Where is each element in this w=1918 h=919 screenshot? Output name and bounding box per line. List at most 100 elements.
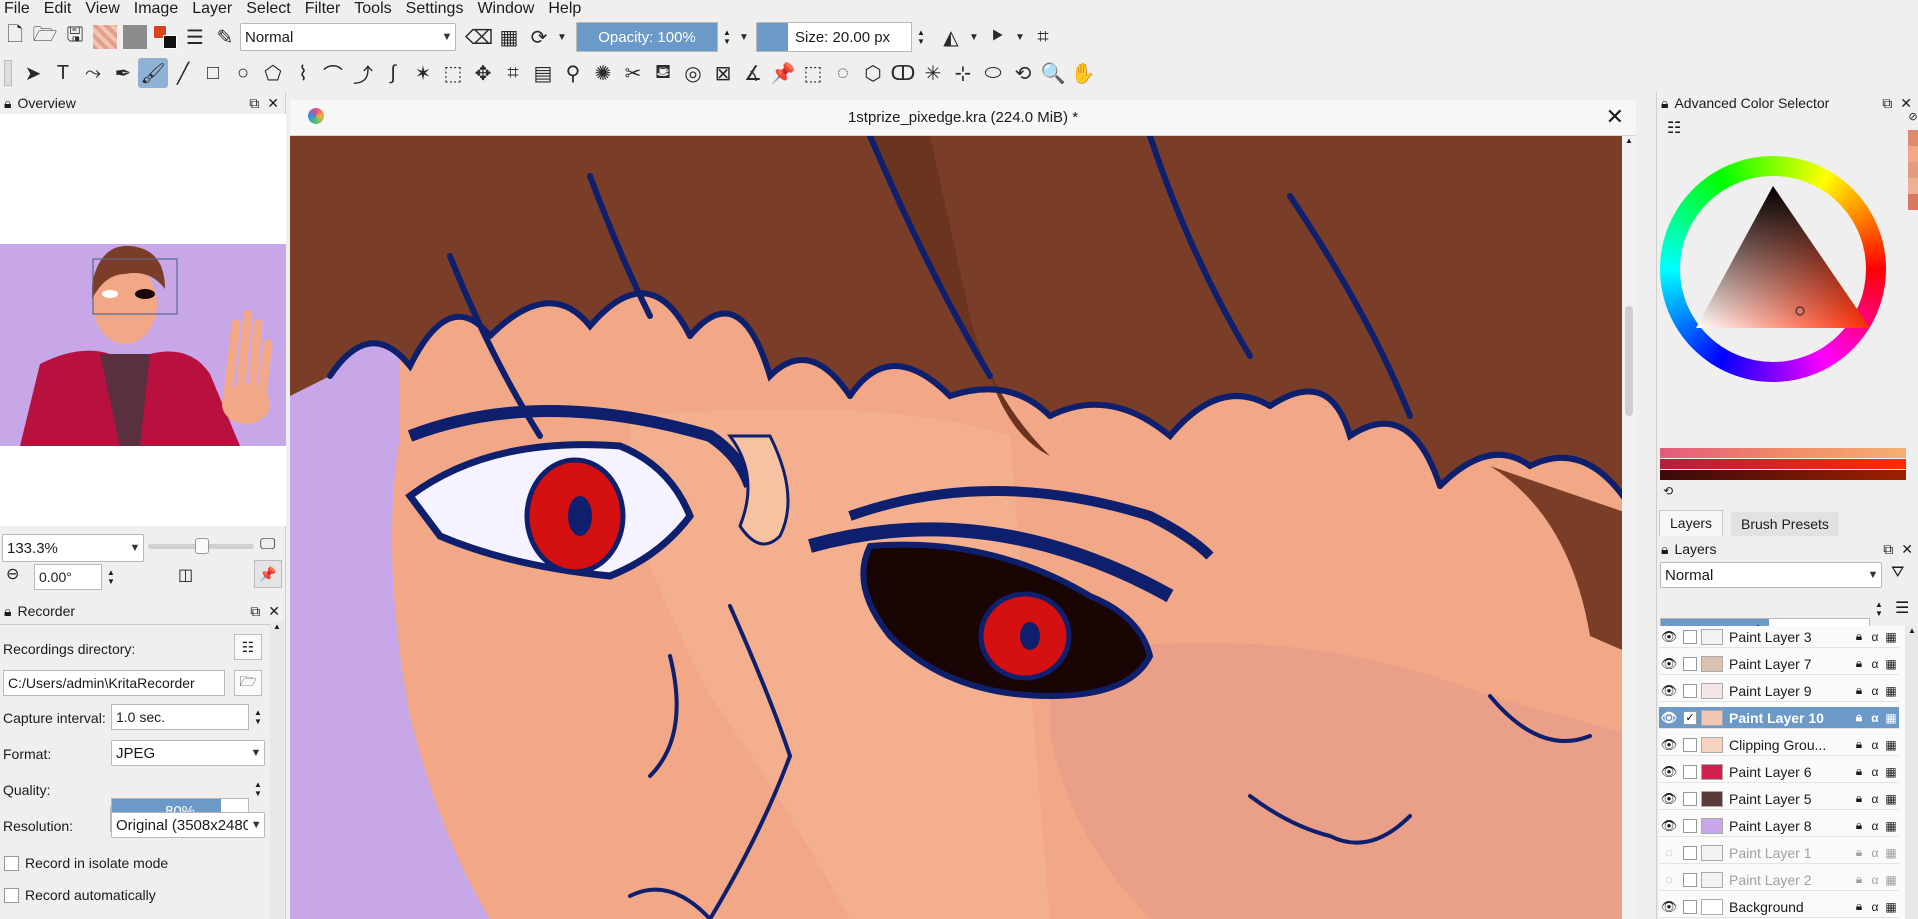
dynamic-brush-icon[interactable]: ∫ — [378, 58, 408, 88]
lock-icon[interactable]: 🔒︎ — [4, 603, 11, 620]
inherit-alpha-icon[interactable]: ▦ — [1883, 765, 1899, 779]
layer-menu-icon[interactable]: ☰ — [1895, 598, 1909, 618]
polygon-select-icon[interactable]: ⬡ — [858, 58, 888, 88]
zoom-slider-handle[interactable] — [194, 538, 209, 554]
layer-row[interactable]: 👁 Paint Layer 8 🔒︎ α ▦ — [1659, 815, 1899, 837]
pan-tool-icon[interactable]: ✋ — [1068, 58, 1098, 88]
layer-row[interactable]: 👁 Paint Layer 3 🔒︎ α ▦ — [1659, 626, 1899, 648]
zoom-slider-track[interactable] — [148, 538, 254, 554]
freehand-brush-icon[interactable]: 🖌 — [138, 58, 168, 88]
bezier-tool-icon[interactable]: ⌒ — [318, 58, 348, 88]
layer-row[interactable]: 👁 Background 🔒︎ α ▦ — [1659, 896, 1899, 918]
recorder-scrollbar[interactable]: ▲ — [270, 622, 284, 919]
mirror-vertical-icon[interactable]: ⯈ — [982, 22, 1012, 52]
float-icon[interactable]: ⧉ — [1882, 95, 1892, 112]
lock-icon[interactable]: 🔒︎ — [1851, 737, 1867, 752]
multibrush-icon[interactable]: ✶ — [408, 58, 438, 88]
menu-file[interactable]: File — [4, 0, 30, 18]
menu-image[interactable]: Image — [134, 0, 178, 18]
canvas-scrollbar[interactable]: ▲ — [1622, 136, 1636, 919]
chevron-down-icon[interactable]: ▼ — [736, 22, 752, 52]
layer-row[interactable]: 👁 Paint Layer 7 🔒︎ α ▦ — [1659, 653, 1899, 675]
alpha-icon[interactable]: α — [1867, 711, 1883, 725]
layer-checkbox[interactable] — [1683, 791, 1697, 806]
layer-opacity-spinner[interactable]: ▲ ▼ — [1870, 596, 1888, 622]
color-history-strip[interactable]: ⊘ — [1908, 110, 1918, 300]
zoom-tool-icon[interactable]: 🔍 — [1038, 58, 1068, 88]
artwork[interactable] — [290, 136, 1636, 919]
reset-color-icon[interactable]: ⟲ — [1663, 484, 1673, 498]
zoom-select[interactable]: 133.3% ▼ — [2, 534, 144, 562]
shade-bar-3[interactable] — [1660, 470, 1906, 480]
visibility-eye-icon[interactable]: ◌ — [1659, 845, 1679, 860]
layer-row[interactable]: ◌ Paint Layer 1 🔒︎ α ▦ — [1659, 842, 1899, 864]
close-icon[interactable]: ✕ — [268, 603, 280, 620]
smart-patch-icon[interactable]: ✺ — [588, 58, 618, 88]
menu-window[interactable]: Window — [477, 0, 534, 18]
browse-list-icon[interactable]: ☷ — [234, 634, 262, 660]
float-icon[interactable]: ⧉ — [249, 95, 259, 112]
pattern-swatch-icon[interactable] — [120, 22, 150, 52]
layer-checkbox[interactable] — [1683, 683, 1697, 698]
resolution-select[interactable]: Original (3508x2480 ▼ — [111, 812, 265, 838]
layer-blend-mode-select[interactable]: Normal ▼ — [1660, 562, 1882, 588]
mirror-view-icon[interactable]: ◫ — [178, 565, 193, 585]
lock-icon[interactable]: 🔒︎ — [1851, 710, 1867, 725]
lock-icon[interactable]: 🔒︎ — [1851, 899, 1867, 914]
reload-preset-icon[interactable]: ⟳ — [524, 22, 554, 52]
layer-checkbox[interactable] — [1683, 656, 1697, 671]
inherit-alpha-icon[interactable]: ▦ — [1883, 792, 1899, 806]
visibility-eye-icon[interactable]: 👁 — [1659, 629, 1679, 645]
polygon-tool-icon[interactable]: ⬠ — [258, 58, 288, 88]
layer-row[interactable]: 👁 ✓ Paint Layer 10 🔒︎ α ▦ — [1659, 707, 1899, 729]
visibility-eye-icon[interactable]: ◌ — [1659, 872, 1679, 887]
move-tool-icon[interactable]: ✥ — [468, 58, 498, 88]
close-document-icon[interactable]: ✕ — [1606, 104, 1624, 130]
enclose-fill-icon[interactable]: ◎ — [678, 58, 708, 88]
tab-layers[interactable]: Layers — [1659, 510, 1724, 536]
alpha-icon[interactable]: α — [1867, 792, 1883, 806]
float-icon[interactable]: ⧉ — [250, 603, 260, 620]
menu-select[interactable]: Select — [246, 0, 290, 18]
layer-checkbox[interactable] — [1683, 764, 1697, 779]
lock-icon[interactable]: 🔒︎ — [1851, 764, 1867, 779]
menu-edit[interactable]: Edit — [44, 0, 72, 18]
close-icon[interactable]: ✕ — [267, 95, 279, 112]
lock-icon[interactable]: 🔒︎ — [1851, 872, 1867, 887]
chevron-down-icon[interactable]: ▼ — [966, 22, 982, 52]
chevron-down-icon[interactable]: ▼ — [554, 22, 570, 52]
alpha-icon[interactable]: α — [1867, 684, 1883, 698]
alpha-lock-icon[interactable]: ▦ — [494, 22, 524, 52]
visibility-eye-icon[interactable]: 👁 — [1659, 710, 1679, 726]
lock-icon[interactable]: 🔒︎ — [1851, 629, 1867, 644]
quality-spinner[interactable]: ▲ ▼ — [249, 776, 267, 802]
crop-icon[interactable]: ⌗ — [1028, 22, 1058, 52]
layer-row[interactable]: ◌ Paint Layer 2 🔒︎ α ▦ — [1659, 869, 1899, 891]
shade-bar-1[interactable] — [1660, 448, 1906, 458]
rotation-spinner[interactable]: ▲ ▼ — [102, 564, 120, 590]
layer-row[interactable]: 👁 Paint Layer 6 🔒︎ α ▦ — [1659, 761, 1899, 783]
visibility-eye-icon[interactable]: 👁 — [1659, 737, 1679, 753]
freehand-select-icon[interactable]: ↀ — [888, 58, 918, 88]
color-settings-icon[interactable]: ☷ — [1667, 118, 1681, 138]
assistant-tool-icon[interactable]: ⊠ — [708, 58, 738, 88]
capture-interval-input[interactable]: 1.0 sec. — [111, 704, 249, 730]
colorize-mask-icon[interactable]: ✂ — [618, 58, 648, 88]
calligraphy-icon[interactable]: ✒ — [108, 58, 138, 88]
menu-settings[interactable]: Settings — [406, 0, 464, 18]
isolate-mode-checkbox[interactable] — [4, 856, 19, 871]
layer-row[interactable]: 👁 Paint Layer 5 🔒︎ α ▦ — [1659, 788, 1899, 810]
lock-icon[interactable]: 🔒︎ — [4, 95, 11, 112]
blend-mode-select[interactable]: Normal ▼ — [240, 23, 456, 51]
visibility-eye-icon[interactable]: 👁 — [1659, 791, 1679, 807]
close-icon[interactable]: ✕ — [1900, 95, 1912, 112]
brush-preset-icon[interactable]: ✎ — [210, 22, 240, 52]
layer-checkbox[interactable] — [1683, 629, 1697, 644]
visibility-eye-icon[interactable]: 👁 — [1659, 656, 1679, 672]
monitor-icon[interactable]: 🖵 — [260, 536, 275, 554]
lock-icon[interactable]: 🔒︎ — [1661, 541, 1668, 558]
alpha-icon[interactable]: α — [1867, 738, 1883, 752]
pin-icon[interactable]: 📌 — [254, 560, 282, 588]
overview-preview[interactable] — [0, 114, 286, 526]
opacity-spinner[interactable]: ▲ ▼ — [718, 22, 736, 52]
